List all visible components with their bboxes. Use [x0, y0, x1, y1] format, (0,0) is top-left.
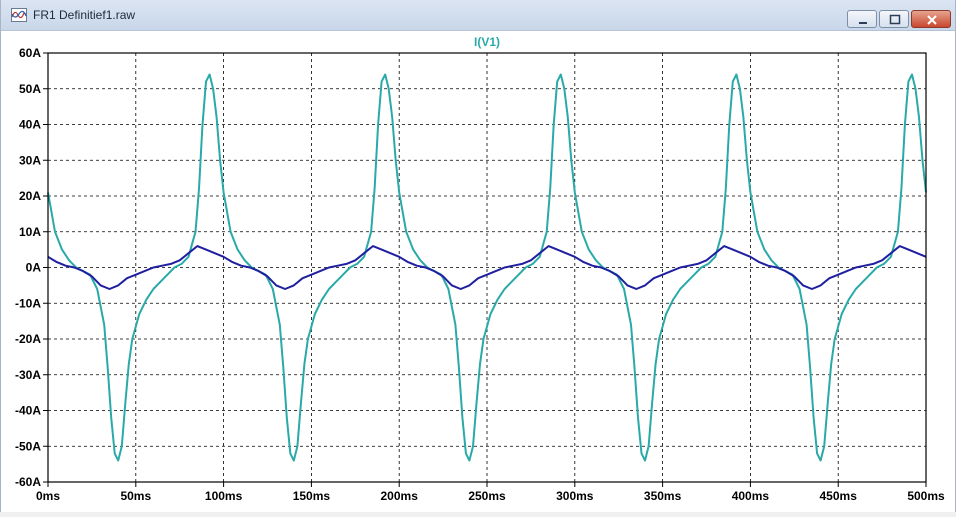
y-tick-label: -20A [15, 332, 41, 346]
y-tick-label: -50A [15, 439, 41, 453]
y-tick-label: -40A [15, 404, 41, 418]
x-tick-label: 50ms [120, 489, 151, 503]
y-tick-label: -30A [15, 368, 41, 382]
close-icon [927, 15, 937, 25]
y-tick-label: 0A [26, 261, 42, 275]
x-axis-ticks: 0ms 50ms 100ms 150ms 200ms 250ms 300ms 350ms 400… [36, 482, 945, 503]
x-tick-label: 500ms [907, 489, 945, 503]
waveform-chart: 60A 50A 40A 30A 20A 10A 0A -10A -20A -30A -40A -50A… [15, 35, 945, 503]
y-tick-label: -10A [15, 296, 41, 310]
close-button[interactable] [911, 10, 951, 28]
minimize-icon [859, 22, 867, 24]
maximize-icon [889, 14, 901, 25]
y-tick-label: 10A [19, 225, 41, 239]
x-tick-label: 200ms [381, 489, 419, 503]
x-tick-label: 250ms [468, 489, 506, 503]
y-axis-ticks: 60A 50A 40A 30A 20A 10A 0A -10A -20A -30A -40A -50A… [15, 46, 48, 489]
y-tick-label: 60A [19, 46, 41, 60]
x-tick-label: 300ms [556, 489, 594, 503]
window-title: FR1 Definitief1.raw [33, 8, 136, 22]
waveform-viewer-icon [11, 8, 27, 22]
x-tick-label: 0ms [36, 489, 60, 503]
x-tick-label: 150ms [293, 489, 331, 503]
y-tick-label: 40A [19, 118, 41, 132]
waveform-window: FR1 Definitief1.raw 60A 50A 40A 30A 20A 10A 0A… [0, 0, 956, 512]
x-tick-label: 100ms [205, 489, 243, 503]
chart-title: I(V1) [474, 35, 500, 49]
title-bar[interactable]: FR1 Definitief1.raw [1, 0, 955, 31]
x-tick-label: 450ms [820, 489, 858, 503]
grid [48, 53, 926, 482]
x-tick-label: 400ms [732, 489, 770, 503]
minimize-button[interactable] [847, 10, 877, 28]
y-tick-label: 50A [19, 82, 41, 96]
y-tick-label: -60A [15, 475, 41, 489]
maximize-button[interactable] [879, 10, 909, 28]
y-tick-label: 20A [19, 189, 41, 203]
y-tick-label: 30A [19, 153, 41, 167]
x-tick-label: 350ms [644, 489, 682, 503]
plot-area[interactable]: 60A 50A 40A 30A 20A 10A 0A -10A -20A -30A -40A -50A… [1, 31, 955, 512]
